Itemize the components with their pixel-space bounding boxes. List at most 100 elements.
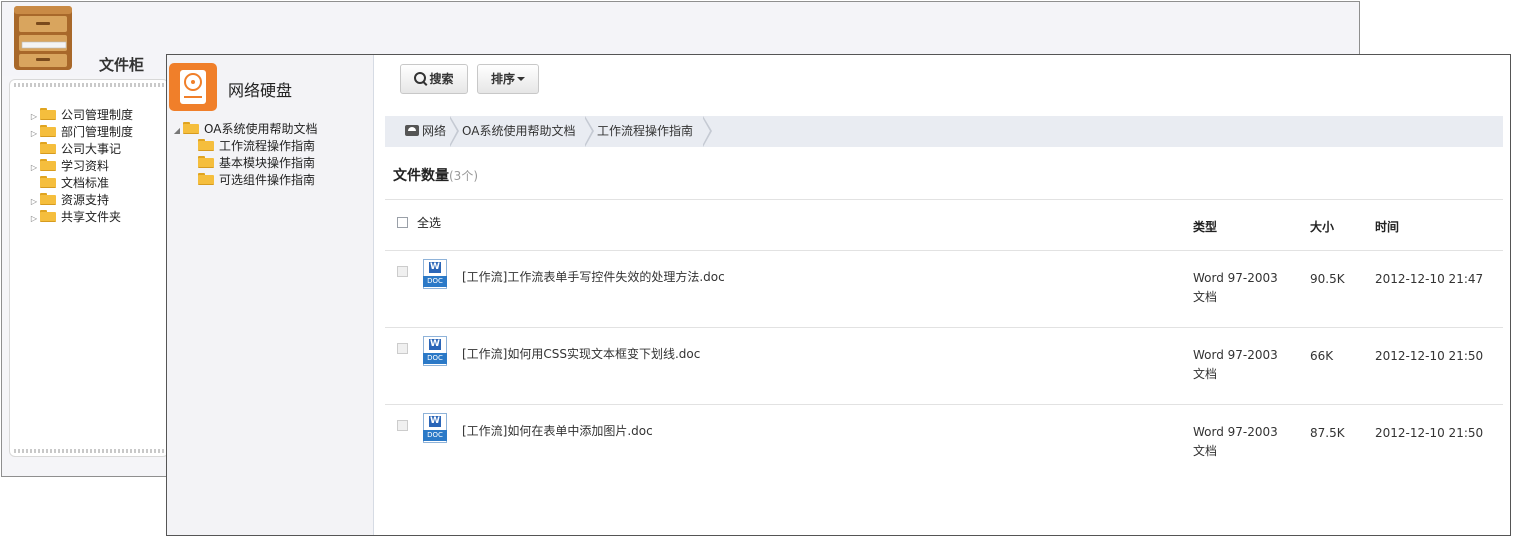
file-row-checkbox[interactable] <box>397 266 408 277</box>
caret-down-icon <box>517 77 525 81</box>
file-name-link[interactable]: [工作流]工作流表单手写控件失效的处理方法.doc <box>462 268 725 285</box>
row-divider <box>385 327 1503 328</box>
network-drive-icon <box>405 125 419 136</box>
word-letter: W <box>429 416 441 427</box>
netdisk-tree: ◢ OA系统使用帮助文档 工作流程操作指南 基本模块操作指南 可选组件操作指南 <box>171 121 317 189</box>
folder-icon <box>40 193 56 205</box>
word-doc-icon: W DOC <box>423 336 447 366</box>
sort-button-label: 排序 <box>490 72 515 86</box>
divider <box>385 199 1503 200</box>
file-count: 文件数量(3个) <box>393 165 478 185</box>
file-type: Word 97-2003 文档 <box>1193 271 1278 304</box>
tree-node-label: 可选组件操作指南 <box>219 173 316 187</box>
expanded-arrow-icon[interactable]: ◢ <box>171 122 183 139</box>
file-time: 2012-12-10 21:50 <box>1375 426 1484 440</box>
breadcrumb-separator <box>449 116 459 147</box>
cabinet-tree-label: 公司大事记 <box>61 142 122 156</box>
file-type: Word 97-2003 文档 <box>1193 425 1278 458</box>
file-time: 2012-12-10 21:50 <box>1375 349 1484 363</box>
file-size: 87.5K <box>1310 426 1345 440</box>
breadcrumb-label: 工作流程操作指南 <box>597 124 694 138</box>
doc-tag: DOC <box>423 353 447 364</box>
cabinet-tree-item[interactable]: ▷ 部门管理制度 <box>28 124 133 141</box>
sort-button[interactable]: 排序 <box>477 64 539 94</box>
file-count-label: 文件数量 <box>393 168 449 184</box>
expand-arrow-icon[interactable]: ▷ <box>28 193 40 210</box>
column-header-type: 类型 <box>1193 220 1218 234</box>
file-size: 66K <box>1310 349 1334 363</box>
panel-bottom-border <box>14 449 164 453</box>
divider <box>385 250 1503 251</box>
cabinet-tree-item[interactable]: ▷ 学习资料 <box>28 158 133 175</box>
netdisk-title: 网络硬盘 <box>228 81 293 100</box>
word-doc-icon: W DOC <box>423 413 447 443</box>
file-cabinet-tree: ▷ 公司管理制度 ▷ 部门管理制度 公司大事记 ▷ 学习资料 文档标准 ▷ 资源支持 ▷ 共享文件夹 <box>28 107 133 226</box>
file-type: Word 97-2003 文档 <box>1193 348 1278 381</box>
column-header-size: 大小 <box>1310 220 1335 234</box>
select-all-label: 全选 <box>417 216 442 230</box>
doc-tag: DOC <box>423 430 447 441</box>
folder-icon <box>40 125 56 137</box>
tree-node-label: 基本模块操作指南 <box>219 156 316 170</box>
file-count-value: (3个) <box>449 169 478 183</box>
file-size: 90.5K <box>1310 272 1345 286</box>
word-letter: W <box>429 262 441 273</box>
expand-arrow-icon[interactable]: ▷ <box>28 210 40 227</box>
panel-top-border <box>14 83 164 87</box>
file-time: 2012-12-10 21:47 <box>1375 272 1484 286</box>
doc-tag: DOC <box>423 276 447 287</box>
folder-icon <box>40 159 56 171</box>
tree-node-label: 工作流程操作指南 <box>219 139 316 153</box>
cabinet-tree-item[interactable]: ▷ 资源支持 <box>28 192 133 209</box>
cabinet-tree-label: 学习资料 <box>61 159 110 173</box>
tree-node-basic-module-guide[interactable]: 基本模块操作指南 <box>171 155 317 172</box>
folder-icon <box>198 156 214 168</box>
search-icon <box>414 72 427 84</box>
folder-icon <box>183 122 199 134</box>
file-cabinet-icon <box>14 6 72 70</box>
folder-icon <box>40 210 56 222</box>
breadcrumb-item-network[interactable]: 网络 <box>405 116 446 147</box>
cabinet-tree-item[interactable]: 公司大事记 <box>28 141 133 158</box>
folder-icon <box>40 176 56 188</box>
cabinet-tree-label: 公司管理制度 <box>61 108 134 122</box>
folder-icon <box>40 108 56 120</box>
breadcrumb-item-workflow-guide[interactable]: 工作流程操作指南 <box>597 116 693 147</box>
folder-icon <box>198 173 214 185</box>
tree-node-label: OA系统使用帮助文档 <box>204 122 318 136</box>
folder-icon <box>198 139 214 151</box>
cabinet-tree-item[interactable]: ▷ 公司管理制度 <box>28 107 133 124</box>
search-button[interactable]: 搜索 <box>400 64 468 94</box>
folder-icon <box>40 142 56 154</box>
row-divider <box>385 404 1503 405</box>
expand-arrow-icon[interactable]: ▷ <box>28 125 40 142</box>
cabinet-tree-item[interactable]: ▷ 共享文件夹 <box>28 209 133 226</box>
breadcrumb: 网络 OA系统使用帮助文档 工作流程操作指南 <box>385 116 1503 147</box>
expand-arrow-icon[interactable]: ▷ <box>28 159 40 176</box>
file-cabinet-tree-panel: ▷ 公司管理制度 ▷ 部门管理制度 公司大事记 ▷ 学习资料 文档标准 ▷ 资源支持 ▷ 共享文件夹 <box>9 79 169 457</box>
breadcrumb-separator <box>702 116 712 147</box>
file-row-checkbox[interactable] <box>397 420 408 431</box>
file-row-checkbox[interactable] <box>397 343 408 354</box>
cabinet-tree-item[interactable]: 文档标准 <box>28 175 133 192</box>
netdisk-window: 网络硬盘 ◢ OA系统使用帮助文档 工作流程操作指南 基本模块操作指南 可选组件操… <box>166 54 1511 536</box>
breadcrumb-separator <box>584 116 594 147</box>
tree-node-root[interactable]: ◢ OA系统使用帮助文档 <box>171 121 317 138</box>
search-button-label: 搜索 <box>429 72 454 86</box>
word-letter: W <box>429 339 441 350</box>
hard-disk-icon <box>169 63 217 111</box>
breadcrumb-label: 网络 <box>422 124 447 138</box>
file-cabinet-title: 文件柜 <box>99 56 145 74</box>
netdisk-sidebar: 网络硬盘 ◢ OA系统使用帮助文档 工作流程操作指南 基本模块操作指南 可选组件操… <box>167 55 374 535</box>
word-doc-icon: W DOC <box>423 259 447 289</box>
breadcrumb-item-help-docs[interactable]: OA系统使用帮助文档 <box>462 116 575 147</box>
tree-node-workflow-guide[interactable]: 工作流程操作指南 <box>171 138 317 155</box>
tree-node-optional-component-guide[interactable]: 可选组件操作指南 <box>171 172 317 189</box>
column-header-time: 时间 <box>1375 220 1400 234</box>
select-all-checkbox[interactable] <box>397 217 408 228</box>
cabinet-tree-label: 共享文件夹 <box>61 210 122 224</box>
cabinet-tree-label: 文档标准 <box>61 176 110 190</box>
expand-arrow-icon[interactable]: ▷ <box>28 108 40 125</box>
file-name-link[interactable]: [工作流]如何用CSS实现文本框变下划线.doc <box>462 345 700 362</box>
file-name-link[interactable]: [工作流]如何在表单中添加图片.doc <box>462 422 653 439</box>
